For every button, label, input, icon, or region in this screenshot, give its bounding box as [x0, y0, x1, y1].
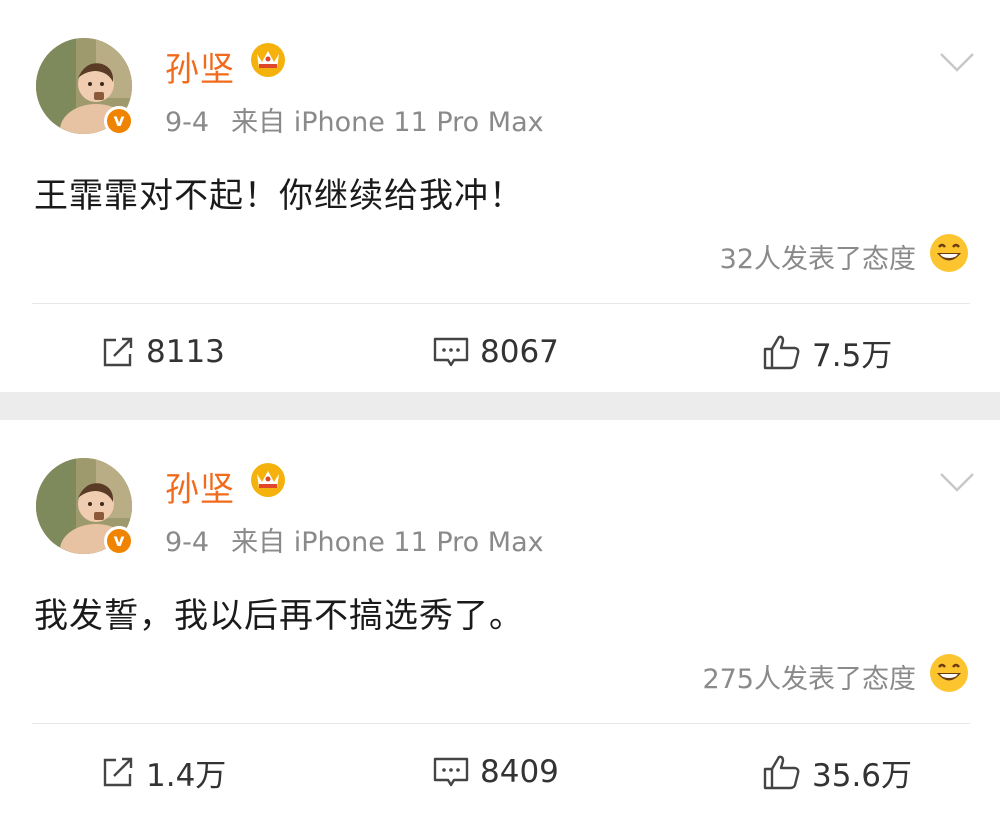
post-date: 9-4 [165, 107, 210, 138]
post-date: 9-4 [165, 527, 210, 558]
comment-button[interactable]: 8409 [432, 750, 559, 794]
laughing-emoji-icon[interactable] [928, 232, 970, 274]
laughing-emoji-icon[interactable] [928, 652, 970, 694]
divider [32, 723, 970, 724]
like-count: 35.6万 [812, 757, 913, 794]
post-meta: 9-4 来自 iPhone 11 Pro Max [165, 100, 544, 139]
verified-badge: v [104, 106, 134, 136]
post-meta: 9-4 来自 iPhone 11 Pro Max [165, 520, 544, 559]
divider [32, 303, 970, 304]
repost-button[interactable]: 1.4万 [100, 750, 226, 794]
chevron-down-icon[interactable] [938, 470, 976, 494]
comment-count: 8409 [480, 754, 559, 790]
username[interactable]: 孙坚 [165, 42, 235, 91]
attitude-count[interactable]: 32人发表了态度 [720, 237, 916, 276]
like-count: 7.5万 [812, 337, 893, 374]
post-source: 来自 iPhone 11 Pro Max [231, 107, 544, 138]
crown-icon[interactable] [250, 462, 286, 498]
verified-badge: v [104, 526, 134, 556]
repost-icon [103, 337, 133, 367]
post-content: 我发誓，我以后再不搞选秀了。 [34, 596, 524, 636]
comment-icon [433, 337, 469, 367]
thumbs-up-icon [763, 755, 800, 790]
comment-icon [433, 757, 469, 787]
repost-count: 8113 [146, 334, 225, 370]
comment-button[interactable]: 8067 [432, 330, 559, 374]
username[interactable]: 孙坚 [165, 462, 235, 511]
post-separator [0, 392, 1000, 420]
weibo-post: v 孙坚 9-4 来自 iPhone 11 Pro Max 我发誓，我以后再不搞选… [0, 420, 1000, 830]
repost-count: 1.4万 [146, 757, 227, 794]
chevron-down-icon[interactable] [938, 50, 976, 74]
comment-count: 8067 [480, 334, 559, 370]
repost-button[interactable]: 8113 [100, 330, 225, 374]
post-content: 王霏霏对不起！你继续给我冲！ [34, 176, 524, 216]
crown-icon[interactable] [250, 42, 286, 78]
like-button[interactable]: 35.6万 [762, 750, 912, 794]
post-source: 来自 iPhone 11 Pro Max [231, 527, 544, 558]
repost-icon [103, 757, 133, 787]
attitude-count[interactable]: 275人发表了态度 [702, 657, 916, 696]
weibo-post: v 孙坚 9-4 来自 iPhone 11 Pro Max 王霏霏对不起！你继续给… [0, 0, 1000, 392]
like-button[interactable]: 7.5万 [762, 330, 892, 374]
thumbs-up-icon [763, 335, 800, 370]
